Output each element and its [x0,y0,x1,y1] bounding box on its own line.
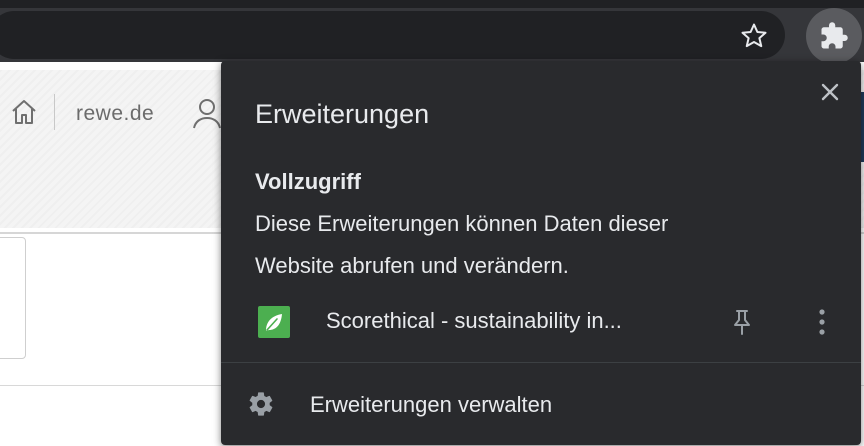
star-icon [741,23,767,48]
section-description-line-2: Website abrufen und verändern. [255,253,569,278]
close-button[interactable] [815,77,845,107]
more-vert-icon [819,309,825,335]
manage-extensions-button[interactable]: Erweiterungen verwalten [221,379,861,429]
tab-strip-edge [0,0,864,8]
site-domain[interactable]: rewe.de [76,102,154,126]
puzzle-icon [821,22,848,49]
gear-icon [249,392,273,416]
extension-menu-button[interactable] [807,304,837,340]
close-icon [821,83,839,101]
popup-divider [221,362,861,363]
section-description: Diese Erweiterungen können Daten dieser … [255,203,815,287]
extension-icon [258,306,290,338]
browser-toolbar [0,0,864,64]
home-icon[interactable] [8,96,40,128]
header-separator [54,94,55,130]
extension-name[interactable]: Scorethical - sustainability in... [326,308,622,334]
page-input-box[interactable] [0,237,26,359]
bookmark-button[interactable] [734,16,774,56]
extension-item[interactable]: Scorethical - sustainability in... [221,296,861,348]
section-description-line-1: Diese Erweiterungen können Daten dieser [255,211,669,236]
pin-icon [734,310,750,335]
extensions-button[interactable] [806,8,862,64]
user-icon[interactable] [190,96,224,130]
address-bar[interactable] [0,11,785,59]
leaf-icon [266,314,282,331]
pin-button[interactable] [727,306,757,338]
popup-title: Erweiterungen [255,99,430,129]
extensions-popup: Erweiterungen Vollzugriff Diese Erweiter… [221,61,861,445]
manage-extensions-label: Erweiterungen verwalten [310,392,553,417]
section-title: Vollzugriff [255,169,361,194]
